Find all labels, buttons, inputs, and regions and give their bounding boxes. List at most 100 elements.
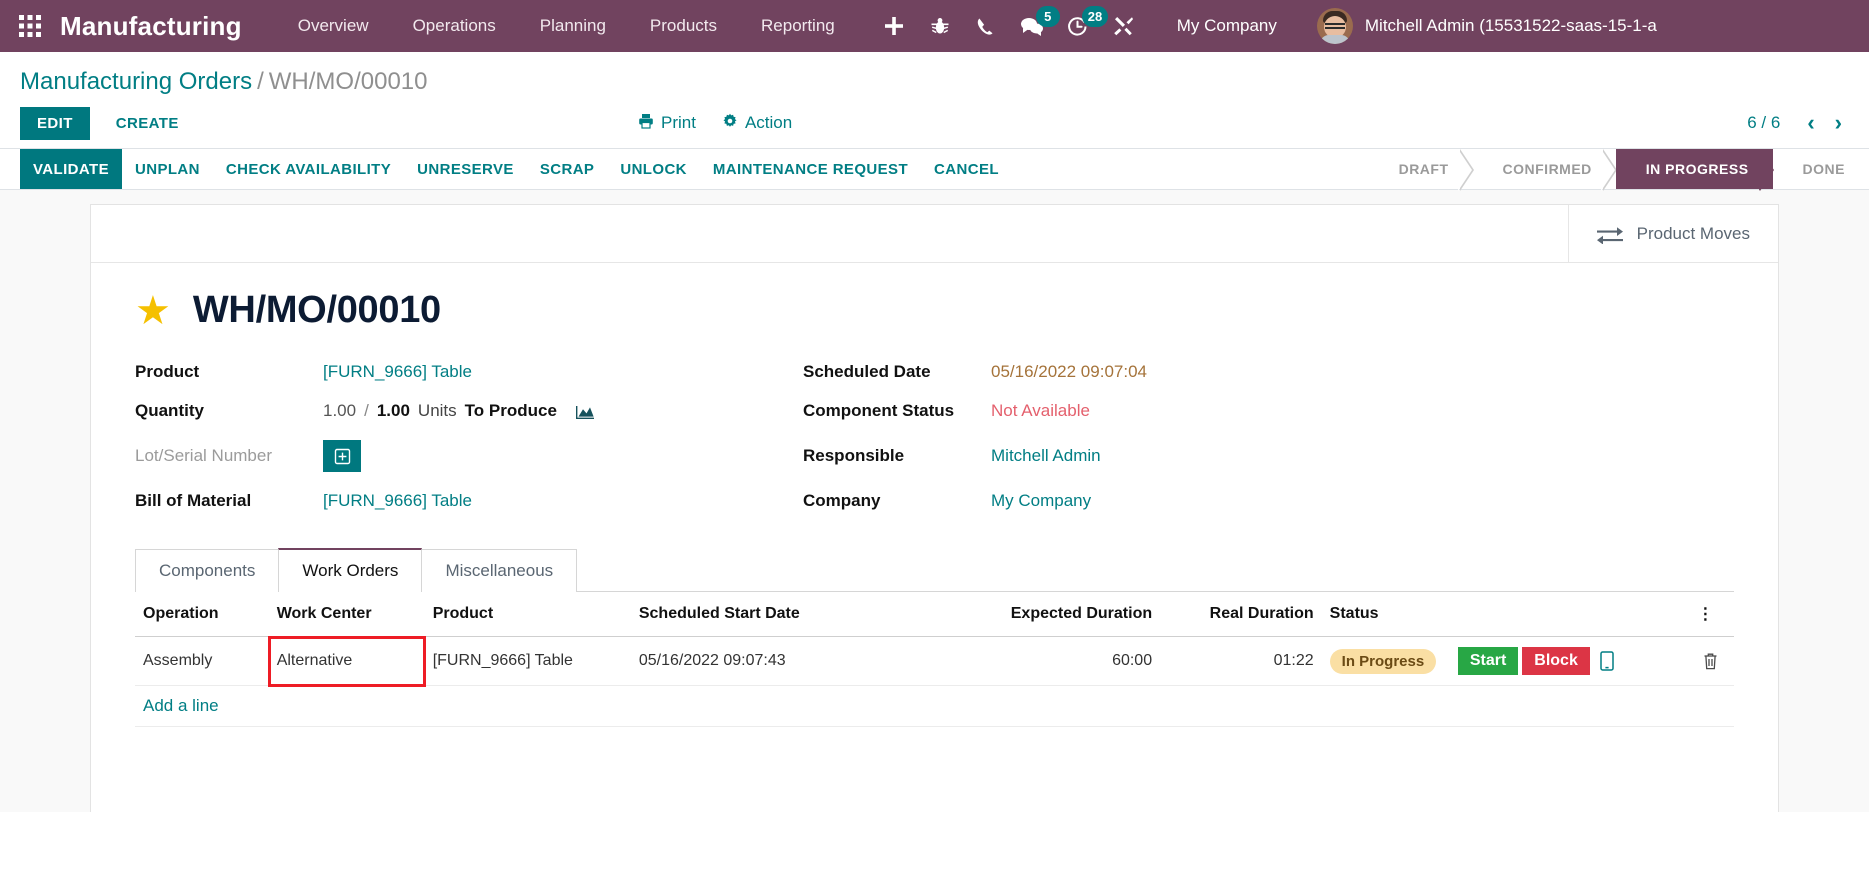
cell-real-duration[interactable]: 01:22 [1160, 636, 1322, 686]
company-value[interactable]: My Company [991, 491, 1734, 511]
unlock-button[interactable]: UNLOCK [607, 149, 700, 189]
form-view-background: Product Moves ★ WH/MO/00010 Product [FUR… [0, 190, 1869, 812]
quantity-uom: Units [417, 401, 457, 420]
main-nav-menu: Overview Operations Planning Products Re… [276, 0, 857, 52]
breadcrumb-current: WH/MO/00010 [268, 68, 428, 95]
plus-icon[interactable] [871, 0, 917, 52]
action-button[interactable]: Action [722, 113, 792, 134]
component-status-label: Component Status [803, 401, 955, 420]
breadcrumb-parent[interactable]: Manufacturing Orders [20, 68, 252, 95]
print-button[interactable]: Print [638, 113, 696, 134]
quantity-label: Quantity [135, 401, 204, 420]
breadcrumb-separator: / [257, 68, 264, 95]
user-menu[interactable]: Mitchell Admin (15531522-saas-15-1-a [1316, 8, 1657, 44]
bug-icon[interactable] [917, 0, 963, 52]
stage-done[interactable]: DONE [1773, 149, 1869, 189]
cell-product[interactable]: [FURN_9666] Table [424, 636, 631, 686]
cell-scheduled-start-date[interactable]: 05/16/2022 09:07:43 [630, 636, 932, 686]
col-product: Product [424, 592, 631, 637]
notebook-tabs: Components Work Orders Miscellaneous [135, 547, 1734, 593]
statusbar-buttons: VALIDATE UNPLAN CHECK AVAILABILITY UNRES… [20, 149, 1012, 189]
phone-icon[interactable] [963, 0, 1009, 52]
stage-draft[interactable]: DRAFT [1369, 149, 1474, 191]
col-row-actions [1449, 592, 1690, 637]
col-work-center: Work Center [268, 592, 425, 637]
product-value[interactable]: [FURN_9666] Table [323, 362, 803, 382]
nav-item-reporting[interactable]: Reporting [739, 0, 857, 52]
col-operation: Operation [135, 592, 269, 637]
bill-of-material-value[interactable]: [FURN_9666] Table [323, 491, 803, 511]
stat-button-box: Product Moves [91, 205, 1778, 263]
print-label: Print [661, 113, 696, 132]
bill-of-material-label: Bill of Material [135, 491, 252, 510]
lot-serial-value-cell [323, 440, 803, 472]
app-brand-title[interactable]: Manufacturing [60, 11, 242, 42]
validate-button[interactable]: VALIDATE [20, 149, 122, 189]
nav-item-operations[interactable]: Operations [391, 0, 518, 52]
add-a-line-button[interactable]: Add a line [143, 696, 219, 715]
nav-item-planning[interactable]: Planning [518, 0, 628, 52]
record-controls: EDIT CREATE Print Action 6 / 6 ‹ › [20, 100, 1849, 148]
pager-previous-button[interactable]: ‹ [1800, 112, 1821, 134]
internal-link-box-icon[interactable] [323, 440, 361, 472]
pager-next-button[interactable]: › [1828, 112, 1849, 134]
stage-in-progress[interactable]: IN PROGRESS [1615, 149, 1774, 191]
username-label: Mitchell Admin (15531522-saas-15-1-a [1364, 16, 1657, 35]
responsible-value[interactable]: Mitchell Admin [991, 446, 1734, 466]
cancel-button[interactable]: CANCEL [921, 149, 1012, 189]
form-fields: Product [FURN_9666] Table Scheduled Date… [135, 362, 1734, 511]
status-pipeline: DRAFT CONFIRMED IN PROGRESS DONE [1369, 149, 1869, 191]
nav-item-overview[interactable]: Overview [276, 0, 391, 52]
create-button[interactable]: CREATE [102, 107, 193, 140]
scrap-button[interactable]: SCRAP [527, 149, 608, 189]
trash-icon[interactable] [1697, 649, 1724, 673]
area-chart-icon[interactable] [575, 403, 595, 420]
product-moves-label: Product Moves [1636, 223, 1750, 243]
start-button[interactable]: Start [1457, 647, 1519, 675]
cell-operation[interactable]: Assembly [135, 636, 269, 686]
company-switcher[interactable]: My Company [1161, 16, 1293, 36]
messages-icon[interactable]: 5 [1009, 0, 1060, 52]
activity-clock-icon[interactable]: 28 [1055, 0, 1109, 52]
col-scheduled-start-date: Scheduled Start Date [630, 592, 932, 637]
tab-miscellaneous[interactable]: Miscellaneous [421, 549, 578, 592]
tools-icon[interactable] [1101, 0, 1147, 52]
edit-button[interactable]: EDIT [20, 106, 90, 140]
cell-expected-duration[interactable]: 60:00 [931, 636, 1161, 686]
statusbar: VALIDATE UNPLAN CHECK AVAILABILITY UNRES… [0, 148, 1869, 191]
row-action-buttons: Start Block [1457, 647, 1682, 675]
tab-work-orders[interactable]: Work Orders [278, 548, 423, 593]
navbar-icon-group: 5 28 [871, 0, 1147, 52]
apps-grid-icon[interactable] [10, 6, 50, 46]
gear-icon [722, 113, 738, 134]
mid-actions: Print Action [638, 113, 792, 134]
tab-components[interactable]: Components [135, 549, 280, 592]
unreserve-button[interactable]: UNRESERVE [404, 149, 527, 189]
star-icon[interactable]: ★ [135, 291, 171, 331]
vertical-dots-icon[interactable]: ⋮ [1689, 592, 1734, 637]
quantity-done[interactable]: 1.00 [323, 401, 356, 421]
block-button[interactable]: Block [1522, 647, 1590, 675]
check-availability-button[interactable]: CHECK AVAILABILITY [213, 149, 404, 189]
quantity-separator: / [364, 401, 369, 420]
table-header-row: Operation Work Center Product Scheduled … [135, 592, 1734, 637]
cell-work-center[interactable]: Alternative [267, 635, 426, 687]
pager: 6 / 6 ‹ › [1747, 112, 1849, 134]
cell-delete [1689, 636, 1734, 686]
add-a-line-row: Add a line [135, 685, 1734, 727]
maintenance-request-button[interactable]: MAINTENANCE REQUEST [700, 149, 921, 189]
table-row[interactable]: Assembly Alternative [FURN_9666] Table 0… [135, 635, 1734, 687]
col-expected-duration: Expected Duration [931, 592, 1161, 637]
quantity-total[interactable]: 1.00 [377, 401, 410, 421]
tablet-icon[interactable] [1594, 648, 1620, 674]
sheet-body: ★ WH/MO/00010 Product [FURN_9666] Table … [91, 263, 1778, 727]
stage-confirmed[interactable]: CONFIRMED [1473, 149, 1618, 191]
nav-item-products[interactable]: Products [628, 0, 739, 52]
col-status: Status [1321, 592, 1450, 637]
scheduled-date-label: Scheduled Date [803, 362, 931, 381]
scheduled-date-value[interactable]: 05/16/2022 09:07:04 [991, 362, 1734, 382]
exchange-arrows-icon [1596, 224, 1623, 244]
product-moves-stat-button[interactable]: Product Moves [1567, 205, 1778, 262]
unplan-button[interactable]: UNPLAN [122, 149, 213, 189]
control-panel: Manufacturing Orders / WH/MO/00010 EDIT CR… [0, 52, 1869, 148]
